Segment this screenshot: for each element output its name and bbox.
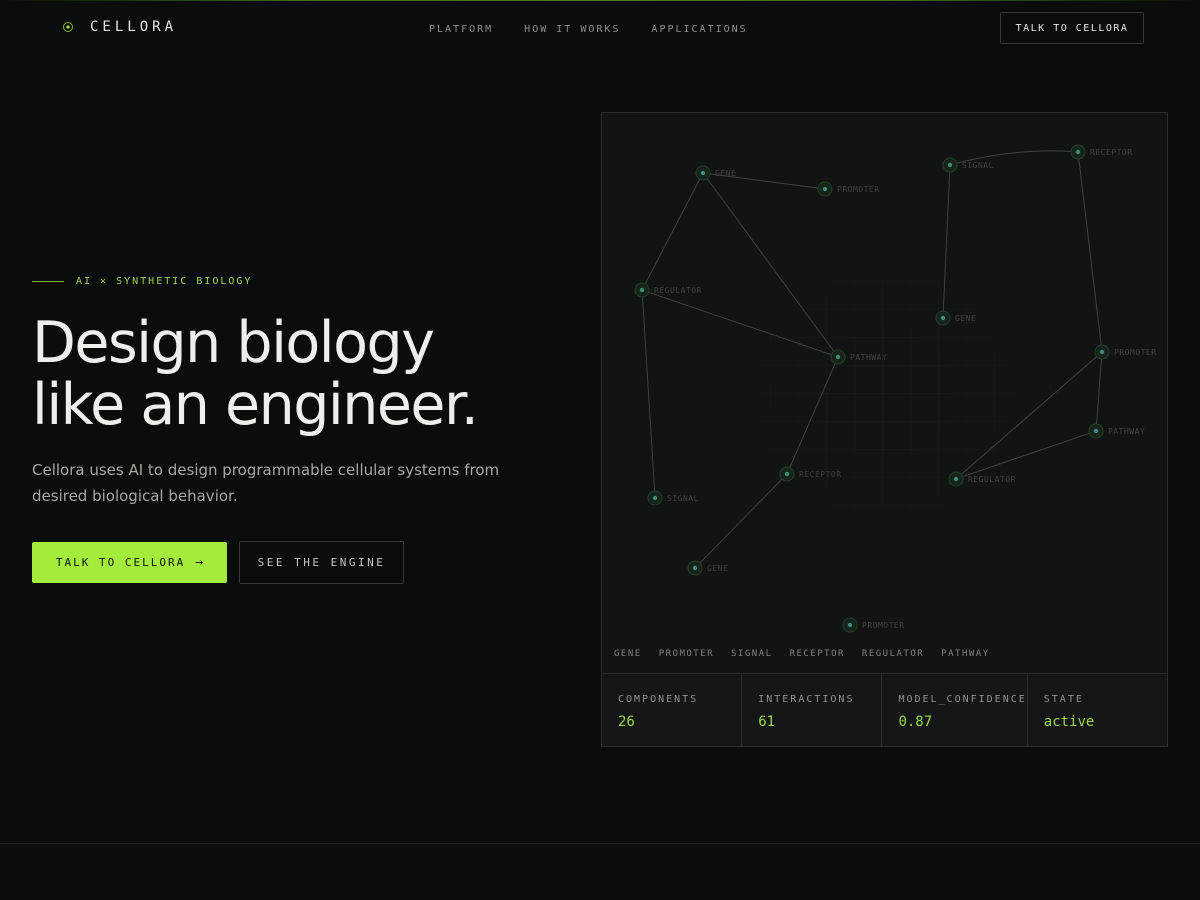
engine-panel: GENE PROMOTER SIGNAL RECEPTOR REGULATOR GENE P… [601, 112, 1168, 747]
graph-node[interactable]: RECEPTOR [779, 466, 842, 482]
logo-text: CELLORA [90, 19, 178, 35]
node-dot [940, 315, 946, 321]
node-label: REGULATOR [654, 286, 702, 295]
node-dot [784, 471, 790, 477]
node-dot [1093, 428, 1099, 434]
network-graph: GENE PROMOTER SIGNAL RECEPTOR REGULATOR GENE P… [602, 113, 1167, 673]
arrow-right-icon: → [195, 555, 204, 570]
node-label: GENE [707, 564, 728, 573]
graph-node[interactable]: PROMOTER [842, 617, 905, 633]
stat-value: 0.87 [898, 714, 933, 730]
node-label: SIGNAL [962, 161, 994, 170]
node-dot [822, 186, 828, 192]
node-label: REGULATOR [968, 475, 1016, 484]
stat-label: STATE [1043, 694, 1084, 705]
node-dot [700, 170, 706, 176]
node-type-legend: GENE PROMOTER SIGNAL RECEPTOR REGULATOR … [614, 649, 990, 659]
node-dot [1075, 149, 1081, 155]
legend-gene: GENE [614, 649, 642, 659]
graph-node[interactable]: PATHWAY [1088, 423, 1145, 439]
node-dot [639, 287, 645, 293]
node-label: PROMOTER [837, 185, 880, 194]
headline-line-2: like an engineer. [32, 372, 479, 438]
eyebrow-divider [32, 281, 64, 282]
node-label: SIGNAL [667, 494, 699, 503]
graph-node[interactable]: PATHWAY [830, 349, 887, 365]
node-label: PATHWAY [850, 353, 887, 362]
header-talk-button[interactable]: TALK TO CELLORA [1000, 12, 1144, 44]
node-label: RECEPTOR [1090, 148, 1133, 157]
nav-link-applications[interactable]: APPLICATIONS [651, 24, 747, 35]
talk-to-cellora-button[interactable]: TALK TO CELLORA → [32, 542, 227, 583]
graph-node[interactable]: SIGNAL [942, 157, 994, 173]
node-label: GENE [715, 169, 736, 178]
nav-link-how-it-works[interactable]: HOW IT WORKS [524, 24, 620, 35]
graph-node[interactable]: GENE [935, 310, 976, 326]
node-dot [953, 476, 959, 482]
stat-interactions: INTERACTIONS 61 [742, 674, 883, 746]
graph-node[interactable]: PROMOTER [817, 181, 880, 197]
graph-node[interactable]: SIGNAL [647, 490, 699, 506]
node-label: RECEPTOR [799, 470, 842, 479]
eyebrow-text: AI × SYNTHETIC BIOLOGY [76, 276, 253, 287]
nav-link-platform[interactable]: PLATFORM [429, 24, 493, 35]
stat-value: active [1043, 714, 1095, 730]
stat-value: 61 [758, 714, 776, 730]
legend-promoter: PROMOTER [658, 649, 715, 659]
stat-components: COMPONENTS 26 [602, 674, 743, 746]
legend-receptor: RECEPTOR [789, 649, 845, 659]
stat-label: INTERACTIONS [758, 694, 855, 705]
stat-model-confidence: MODEL_CONFIDENCE 0.87 [882, 674, 1028, 746]
node-label: PROMOTER [1114, 348, 1157, 357]
node-dot [835, 354, 841, 360]
engine-stats: COMPONENTS 26 INTERACTIONS 61 MODEL_CONF… [602, 673, 1167, 746]
stat-value: 26 [618, 714, 635, 730]
section-divider [0, 843, 1200, 844]
see-the-engine-button[interactable]: SEE THE ENGINE [239, 541, 404, 584]
talk-button-label: TALK TO CELLORA [55, 556, 186, 569]
node-label: PROMOTER [862, 621, 905, 630]
headline-line-1: Design biology [32, 310, 435, 376]
graph-node[interactable]: RECEPTOR [1070, 144, 1133, 160]
node-dot [692, 565, 698, 571]
node-dot [1099, 349, 1105, 355]
graph-node[interactable]: PROMOTER [1094, 344, 1157, 360]
graph-node[interactable]: GENE [695, 165, 736, 181]
graph-node[interactable]: REGULATOR [634, 282, 702, 298]
hero-headline: Design biology like an engineer. [32, 312, 572, 436]
hero-subtext: Cellora uses AI to design programmable c… [32, 461, 500, 505]
stat-state: STATE active [1028, 674, 1167, 746]
graph-vignette [602, 113, 1167, 673]
legend-regulator: REGULATOR [861, 649, 925, 659]
top-accent-line [0, 0, 1200, 1]
legend-signal: SIGNAL [731, 649, 773, 659]
node-dot [847, 622, 853, 628]
cell-target-icon [62, 21, 74, 33]
node-dot [652, 495, 658, 501]
legend-pathway: PATHWAY [941, 649, 990, 659]
main-nav: PLATFORM HOW IT WORKS APPLICATIONS [429, 24, 748, 35]
stat-label: COMPONENTS [618, 694, 699, 705]
logo[interactable]: CELLORA [62, 19, 177, 35]
graph-node[interactable]: GENE [687, 560, 728, 576]
node-dot [947, 162, 953, 168]
node-label: PATHWAY [1108, 427, 1145, 436]
graph-node[interactable]: REGULATOR [948, 471, 1016, 487]
stat-label: MODEL_CONFIDENCE [898, 694, 1027, 705]
eyebrow: AI × SYNTHETIC BIOLOGY [32, 276, 252, 287]
node-label: GENE [955, 314, 976, 323]
